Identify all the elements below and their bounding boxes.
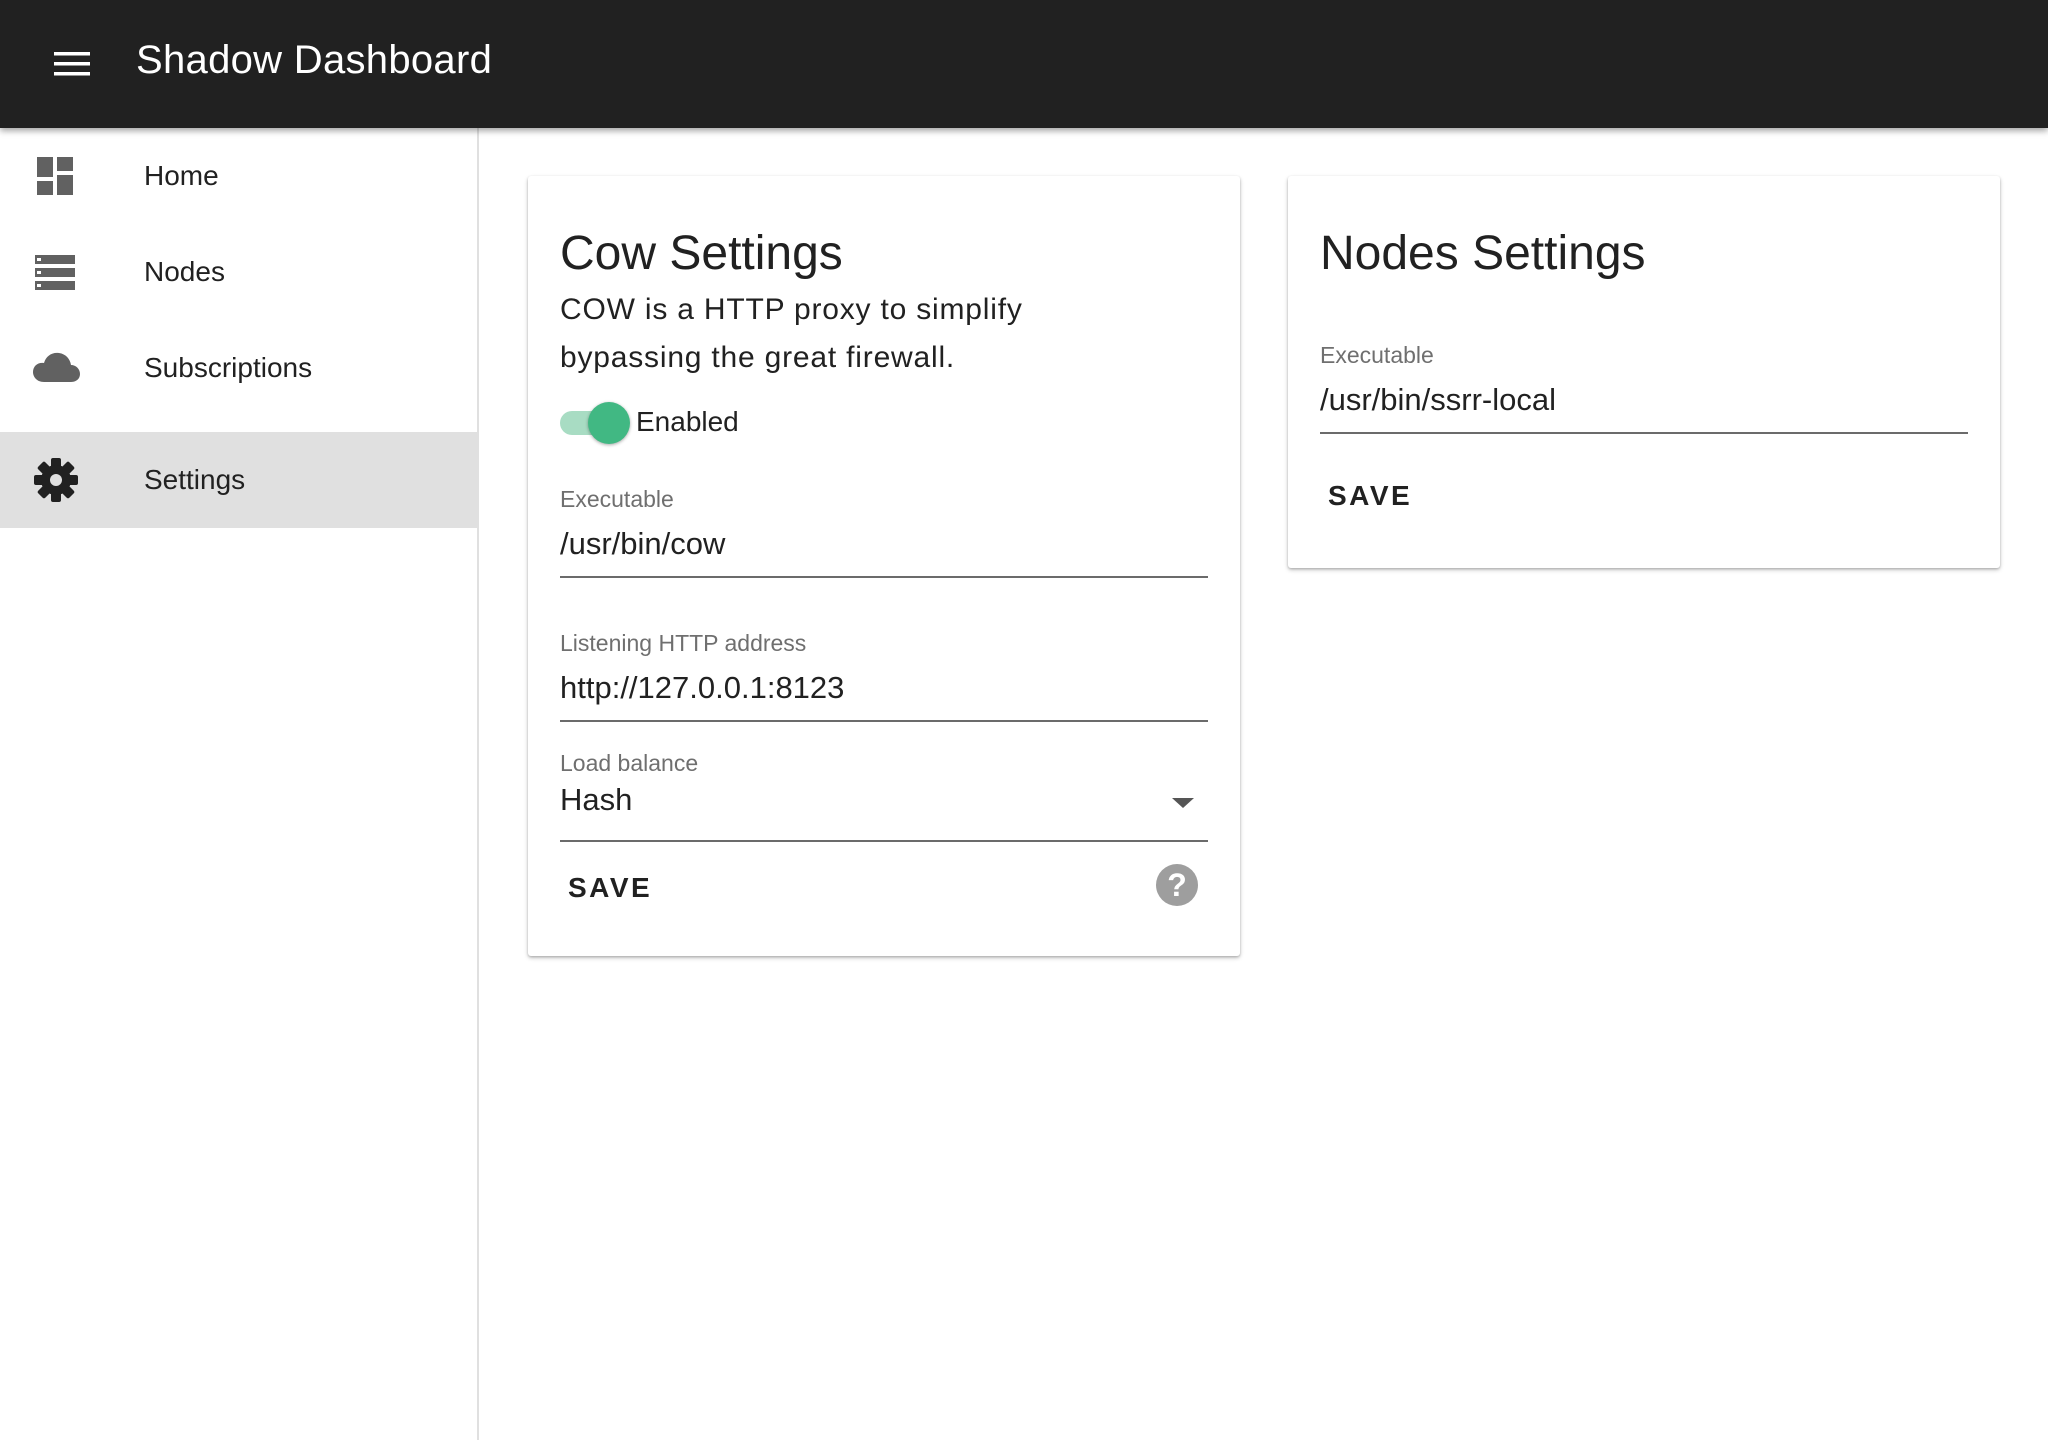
field-label: Executable: [560, 486, 674, 512]
cloud-icon: [33, 352, 80, 382]
sidebar-item-label: Home: [144, 160, 219, 191]
gear-icon: [34, 458, 78, 502]
field-label: Load balance: [560, 750, 699, 776]
save-button[interactable]: SAVE: [560, 860, 660, 916]
card-title: Nodes Settings: [1320, 227, 1646, 280]
field-label: Executable: [1320, 342, 1434, 368]
sidebar-item-label: Nodes: [144, 256, 225, 287]
nodes-settings-card: Nodes Settings Executable SAVE: [1288, 176, 2000, 568]
load-balance-select[interactable]: Load balance Hash: [560, 750, 1208, 842]
help-icon[interactable]: ?: [1156, 864, 1198, 906]
chevron-down-icon: [1172, 798, 1194, 808]
dashboard-icon: [37, 157, 73, 195]
card-title: Cow Settings: [560, 227, 843, 280]
field-label: Listening HTTP address: [560, 630, 807, 656]
cow-settings-card: Cow Settings COW is a HTTP proxy to simp…: [528, 176, 1240, 956]
enabled-toggle[interactable]: [560, 402, 630, 444]
sidebar-item-settings[interactable]: Settings: [0, 432, 478, 528]
sidebar-nav: Home Nodes Subscriptions Settings: [0, 128, 479, 1440]
executable-input[interactable]: [1320, 376, 1920, 424]
save-button[interactable]: SAVE: [1320, 468, 1420, 524]
description-line: COW is a HTTP proxy to simplify: [560, 293, 1023, 326]
card-description: COW is a HTTP proxy to simplify bypassin…: [560, 286, 1200, 382]
listening-address-input[interactable]: [560, 664, 1160, 712]
toggle-thumb: [588, 402, 630, 444]
listening-address-field: Listening HTTP address: [560, 630, 1208, 722]
menu-button[interactable]: [40, 40, 104, 88]
select-value: Hash: [560, 782, 633, 817]
description-line: bypassing the great firewall.: [560, 341, 956, 374]
menu-icon: [54, 52, 90, 76]
executable-input[interactable]: [560, 520, 1160, 568]
sidebar-item-home[interactable]: Home: [0, 128, 478, 224]
sidebar-item-label: Settings: [144, 464, 246, 495]
list-icon: [35, 255, 75, 290]
app-bar: Shadow Dashboard: [0, 0, 2048, 128]
sidebar-item-nodes[interactable]: Nodes: [0, 224, 478, 320]
executable-field: Executable: [560, 486, 1208, 578]
app-title: Shadow Dashboard: [136, 38, 493, 82]
executable-field: Executable: [1320, 342, 1968, 434]
sidebar-item-subscriptions[interactable]: Subscriptions: [0, 320, 478, 416]
sidebar-item-label: Subscriptions: [144, 352, 313, 383]
toggle-label: Enabled: [636, 406, 739, 437]
